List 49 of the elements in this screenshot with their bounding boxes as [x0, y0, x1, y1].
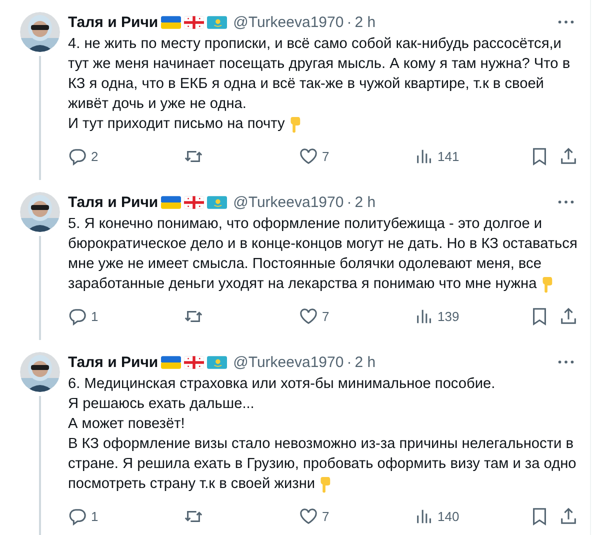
more-icon[interactable]: [558, 200, 574, 204]
separator: ·: [346, 14, 352, 30]
more-icon[interactable]: [558, 20, 574, 24]
tweet-text: заработанные деньги уходят на лекарства я понимаю что мне нужна: [68, 275, 537, 294]
reply-count: 2: [91, 148, 98, 164]
kazakhstan-flag-icon: [207, 196, 228, 208]
bookmark-icon[interactable]: [530, 146, 549, 166]
views-count: 139: [438, 308, 460, 324]
reply-icon[interactable]: [68, 506, 87, 526]
user-handle[interactable]: @Turkeeva1970: [233, 194, 344, 210]
kazakhstan-flag-icon: [207, 16, 228, 28]
like-icon[interactable]: [299, 306, 318, 326]
timestamp[interactable]: 2 h: [354, 194, 376, 210]
share-icon[interactable]: [559, 306, 578, 326]
like-icon[interactable]: [299, 506, 318, 526]
ukraine-flag-icon: [161, 16, 182, 28]
share-icon[interactable]: [559, 506, 578, 526]
author-name[interactable]: Таля и Ричи: [68, 354, 158, 370]
separator: ·: [346, 194, 352, 210]
timestamp[interactable]: 2 h: [354, 14, 376, 30]
timestamp[interactable]: 2 h: [354, 354, 376, 370]
georgia-flag-icon: [184, 356, 204, 368]
reply-count: 1: [91, 508, 98, 524]
author-name[interactable]: Таля и Ричи: [68, 14, 158, 30]
like-count: 7: [322, 308, 330, 324]
tweet-text: И тут приходит письмо на почту: [68, 115, 285, 134]
more-icon[interactable]: [558, 360, 574, 364]
author-name[interactable]: Таля и Ричи: [68, 194, 158, 210]
tweet-text: 4. не жить по месту прописки, и всё само собой как-нибудь рассосётся,и тут же меня начинает посещать другая мысль. А кому я там нужна? Что в КЗ я одна, что в ЕКБ я одна и всё так-же в чужой квартире, т.к в своей живёт дочь и уже не одна.: [68, 35, 572, 114]
views-count: 140: [438, 508, 460, 524]
ukraine-flag-icon: [161, 356, 182, 368]
user-handle[interactable]: @Turkeeva1970: [233, 354, 344, 370]
like-count: 7: [322, 148, 330, 164]
user-handle[interactable]: @Turkeeva1970: [233, 14, 344, 30]
reply-icon[interactable]: [68, 146, 87, 166]
tweet-text: посмотреть страну т.к в своей жизни: [68, 475, 316, 494]
share-icon[interactable]: [559, 146, 578, 166]
georgia-flag-icon: [184, 16, 204, 28]
kazakhstan-flag-icon: [207, 356, 228, 368]
like-icon[interactable]: [299, 146, 318, 166]
georgia-flag-icon: [184, 196, 204, 208]
bookmark-icon[interactable]: [530, 306, 549, 326]
ukraine-flag-icon: [161, 196, 182, 208]
reply-icon[interactable]: [68, 306, 87, 326]
views-count: 141: [438, 148, 460, 164]
reply-count: 1: [91, 308, 98, 324]
like-count: 7: [322, 508, 330, 524]
bookmark-icon[interactable]: [530, 506, 549, 526]
separator: ·: [346, 354, 352, 370]
